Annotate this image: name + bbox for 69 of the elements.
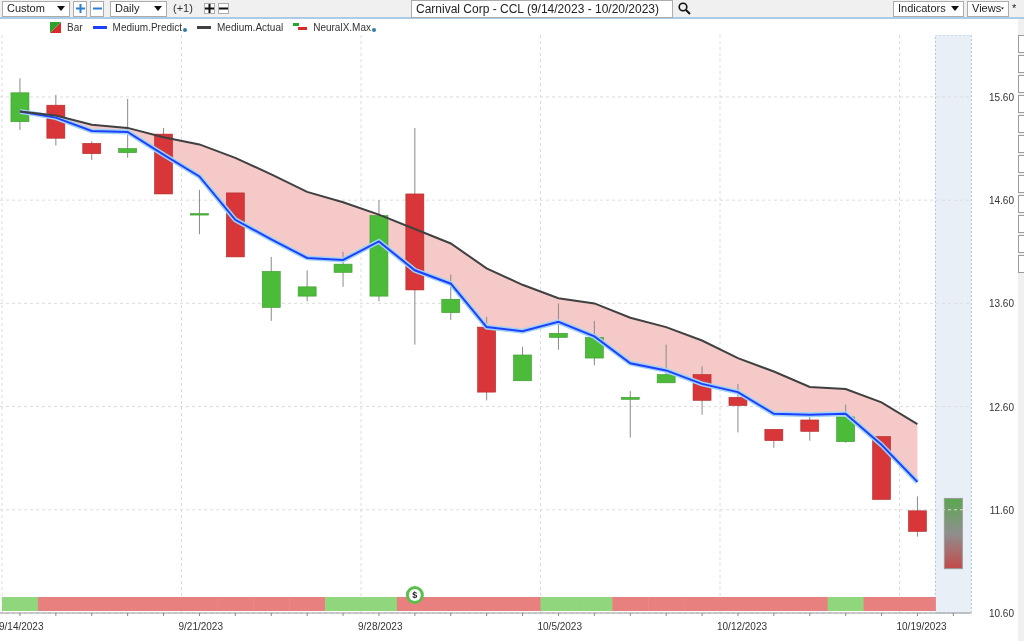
signal-marker[interactable]: $ [405, 586, 424, 604]
y-axis-label: 12.60 [988, 401, 1014, 413]
y-axis-label: 13.60 [988, 298, 1014, 310]
candlestick [764, 428, 784, 449]
x-axis-label: 10/12/2023 [717, 621, 768, 632]
candlestick [297, 269, 317, 302]
candlestick [585, 320, 604, 366]
plus-button[interactable] [203, 3, 215, 14]
tool-button[interactable] [1018, 255, 1024, 273]
symbol-title-field[interactable]: Carnival Corp - CCL (9/14/2023 - 10/20/2023) [411, 0, 673, 18]
views-dropdown[interactable]: Views [967, 0, 1009, 17]
y-axis-label: 15.60 [988, 91, 1014, 103]
candlestick [908, 495, 927, 538]
plus-icon [75, 4, 85, 13]
candlestick [46, 94, 66, 146]
candlestick [333, 251, 353, 288]
x-axis-label: 10/5/2023 [537, 621, 582, 632]
tool-button[interactable] [1018, 75, 1024, 93]
y-axis-label: 14.60 [988, 195, 1014, 207]
x-axis-label: 9/14/2023 [0, 621, 44, 632]
candlestick [800, 414, 820, 442]
modified-mark: * [1012, 1, 1018, 17]
candlestick [261, 256, 281, 322]
tool-button[interactable] [1018, 35, 1024, 53]
candlestick [836, 404, 855, 444]
legend-label: NeuralX.Max [313, 20, 371, 35]
candlestick [620, 390, 640, 439]
candlestick [441, 273, 461, 321]
signal-legend-icon [293, 23, 308, 31]
offset-label: (+1) [173, 1, 193, 17]
candlestick [10, 77, 30, 131]
tool-button[interactable] [1018, 175, 1024, 193]
caret-icon [57, 6, 65, 11]
caret-icon [1001, 6, 1004, 11]
candlestick [728, 383, 748, 433]
caret-icon [154, 6, 162, 11]
candlestick [190, 189, 209, 235]
tool-button[interactable] [1018, 95, 1024, 113]
legend-label: Bar [67, 20, 83, 35]
search-icon[interactable] [678, 2, 691, 15]
bar-legend-icon [50, 21, 61, 33]
candlestick [118, 98, 137, 159]
tool-button[interactable] [1018, 135, 1024, 153]
x-axis-label: 10/19/2023 [896, 621, 947, 632]
preset-dropdown[interactable]: Custom [2, 0, 70, 17]
candlestick [656, 344, 676, 384]
legend-label: Medium.Predict [112, 20, 183, 35]
x-axis-label: 9/21/2023 [178, 621, 223, 632]
candlestick [513, 346, 532, 382]
interval-dropdown[interactable]: Daily [110, 0, 167, 17]
candlestick [549, 302, 568, 351]
tool-button[interactable] [1018, 115, 1024, 133]
tool-button[interactable] [1018, 55, 1024, 73]
tool-button[interactable] [1018, 235, 1024, 253]
candlestick [872, 436, 891, 500]
y-axis-label: 11.60 [989, 504, 1014, 516]
candlestick [82, 140, 102, 161]
legend-label: Medium.Actual [217, 20, 284, 35]
tool-button[interactable] [1018, 155, 1024, 173]
x-axis-label: 9/28/2023 [358, 621, 403, 632]
candlestick [226, 192, 245, 258]
tool-button[interactable] [1018, 195, 1024, 213]
plus-icon [204, 4, 214, 13]
candlestick [692, 365, 712, 416]
indicators-dropdown[interactable]: Indicators [893, 0, 964, 17]
minus-button[interactable] [217, 3, 229, 14]
caret-icon [951, 6, 959, 11]
y-axis-label: 10.60 [988, 608, 1014, 619]
tool-button[interactable] [1018, 215, 1024, 233]
